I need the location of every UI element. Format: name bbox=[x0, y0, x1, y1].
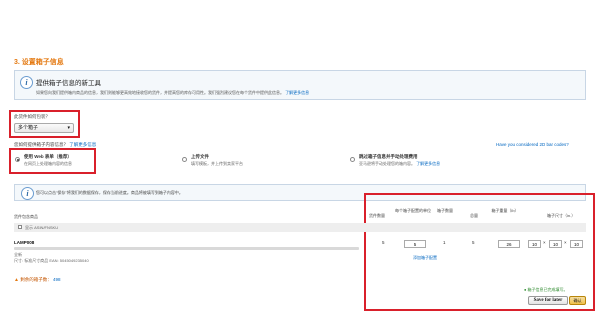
packing-learn-more-link[interactable]: 了解更多信息 bbox=[69, 142, 96, 147]
header-units-per-box: 每个箱子配置的单位 bbox=[395, 208, 431, 213]
group-row bbox=[14, 223, 586, 232]
web-form-subtitle: 在网页上处理箱内容的信息 bbox=[24, 161, 72, 166]
box-length-input[interactable]: 10 bbox=[528, 240, 541, 248]
product-identifier: 尺寸: 标准尺寸商品 EAN: 5045049235040 bbox=[14, 258, 89, 263]
confirm-button[interactable]: 确认 bbox=[569, 296, 586, 305]
asin-checkbox[interactable] bbox=[18, 225, 22, 229]
header-shipment-items: 货件包含商品 bbox=[14, 214, 38, 219]
times-sign-2: × bbox=[564, 240, 567, 245]
remaining-boxes-value: 498 bbox=[52, 277, 61, 282]
status-text: 箱子信息已完成填写。 bbox=[527, 287, 568, 292]
units-quantity-value: 5 bbox=[382, 240, 385, 245]
save-for-later-button[interactable]: Save for later bbox=[528, 296, 568, 305]
header-total: 总量 bbox=[470, 213, 478, 218]
header-box-dimensions: 箱子尺寸（in.） bbox=[547, 213, 576, 218]
skip-box-info-subtitle-text: 亚马逊将手动处理您的箱内容。 bbox=[359, 161, 415, 166]
add-box-config-link[interactable]: 添加箱子配置 bbox=[413, 255, 437, 261]
times-sign-1: × bbox=[543, 240, 546, 245]
product-sku: LAMP008 bbox=[14, 240, 35, 245]
upload-file-radio[interactable] bbox=[182, 157, 187, 162]
upload-file-subtitle: 填写模板，并上传到卖家平台 bbox=[191, 161, 243, 166]
save-hint-text: 您可以点击"保存"将我们的数据保存，保存当前进度。商品将被填写到箱子内容中。 bbox=[36, 190, 183, 195]
chevron-down-icon: ▾ bbox=[67, 125, 70, 131]
info-description: 如果您向我们提供箱内商品的信息，我们则能够更高效地接收您的货件，并提高您的库存可… bbox=[36, 90, 309, 96]
remaining-boxes-label: 剩余的箱子数： bbox=[20, 277, 52, 282]
info-description-text: 如果您向我们提供箱内商品的信息，我们则能够更高效地接收您的货件，并提高您的库存可… bbox=[36, 90, 284, 95]
skip-box-info-title: 跳过箱子信息并手动处理费用 bbox=[359, 154, 418, 159]
asin-toggle-label: 显示 ASIN/FNSKU bbox=[25, 225, 59, 230]
web-form-radio[interactable] bbox=[15, 157, 20, 162]
skip-box-info-learn-more-link[interactable]: 了解更多信息 bbox=[416, 161, 440, 166]
info-icon: i bbox=[20, 76, 33, 89]
skip-box-info-radio[interactable] bbox=[350, 157, 355, 162]
packing-select-value: 多个箱子 bbox=[18, 125, 39, 131]
packing-prompt-text: 您如何提供箱子内容信息？ bbox=[14, 142, 68, 147]
total-value: 5 bbox=[472, 240, 475, 245]
hint-info-icon: i bbox=[21, 187, 34, 200]
header-box-count: 箱子数量 bbox=[437, 208, 453, 213]
bar-codes-link[interactable]: Have you considered 2D bar codes? bbox=[496, 142, 569, 147]
product-title-redacted bbox=[14, 247, 359, 250]
packing-select[interactable]: 多个箱子 ▾ bbox=[14, 123, 74, 133]
web-form-title: 使用 Web 表单（推荐） bbox=[24, 154, 72, 159]
upload-file-title: 上传文件 bbox=[191, 154, 209, 159]
remaining-boxes: ▲ 剩余的箱子数： 498 bbox=[14, 277, 61, 283]
box-count-value: 1 bbox=[443, 240, 446, 245]
check-circle-icon: ● bbox=[524, 287, 527, 292]
box-weight-input[interactable]: 26 bbox=[498, 240, 520, 248]
info-title: 提供箱子信息的新工具 bbox=[36, 80, 101, 87]
units-per-box-input[interactable]: 5 bbox=[404, 240, 426, 248]
header-units-quantity: 货件数量 bbox=[369, 213, 385, 218]
section-title: 3. 设置箱子信息 bbox=[14, 59, 64, 66]
warning-icon: ▲ bbox=[14, 277, 19, 283]
box-width-input[interactable]: 10 bbox=[549, 240, 562, 248]
status-message: ● 箱子信息已完成填写。 bbox=[524, 287, 568, 293]
header-box-weight: 箱子重量（lb） bbox=[491, 208, 519, 213]
info-learn-more-link[interactable]: 了解更多信息 bbox=[285, 90, 309, 95]
box-height-input[interactable]: 10 bbox=[570, 240, 583, 248]
skip-box-info-subtitle: 亚马逊将手动处理您的箱内容。 了解更多信息 bbox=[359, 161, 440, 167]
